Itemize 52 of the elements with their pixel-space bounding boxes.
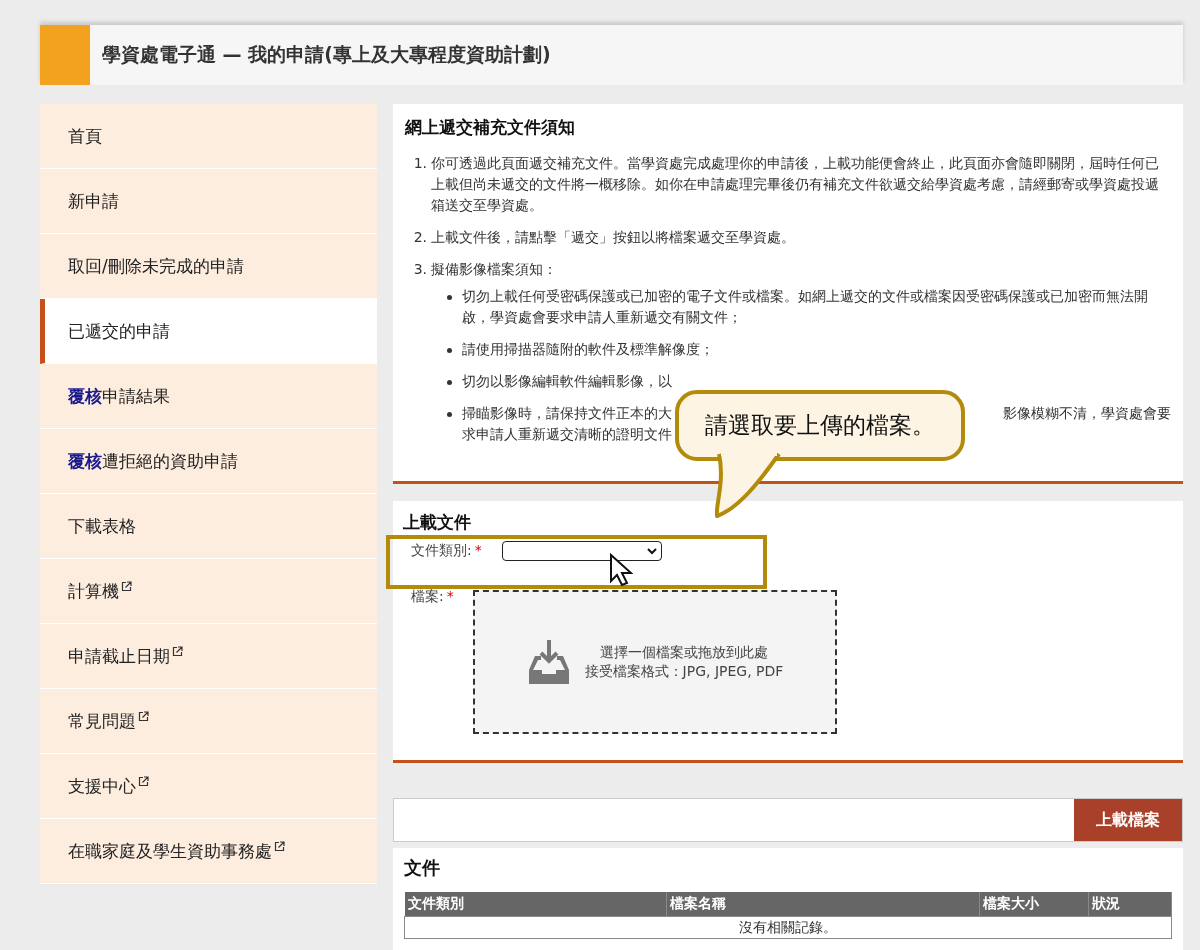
bullet-icon <box>447 412 452 417</box>
sidebar-item[interactable]: 覆核遭拒絕的資助申請 <box>40 429 377 494</box>
sidebar-item[interactable]: 下載表格 <box>40 494 377 559</box>
sidebar-item[interactable]: 首頁 <box>40 104 377 169</box>
chevron-down-icon <box>647 547 657 555</box>
notice-text: 你可透過此頁面遞交補充文件。當學資處完成處理你的申請後，上載功能便會終止，此頁面亦會隨即關閉，屆時任何已上載但尚未遞交的文件將一概移除。如你在申請處理完畢後仍有補充文件欲遞交給學資處考慮，請經郵寄或學資處投遞箱送交至學資處。 <box>431 154 1160 215</box>
empty-table-message: 沒有相關記錄。 <box>404 916 1172 939</box>
column-header: 檔案大小 <box>979 892 1088 917</box>
cursor-icon <box>609 553 633 587</box>
file-drop-zone[interactable]: 選擇一個檔案或拖放到此處 接受檔案格式：JPG, JPEG, PDF <box>473 590 837 734</box>
notice-text: 擬備影像檔案須知： <box>431 260 558 279</box>
drop-zone-text: 接受檔案格式：JPG, JPEG, PDF <box>584 662 784 681</box>
upload-file-button[interactable]: 上載檔案 <box>1074 799 1182 841</box>
notice-text: 影像模糊不清，學資處會要 <box>1003 404 1171 423</box>
file-field[interactable]: 上載檔案 <box>393 798 1183 842</box>
notice-text: 求申請人重新遞交清晰的證明文件 <box>462 426 672 442</box>
notice-text: 請使用掃描器隨附的軟件及標準解像度； <box>462 340 715 359</box>
notice-text: 上載文件後，請點擊「遞交」按鈕以將檔案遞交至學資處。 <box>431 228 796 247</box>
notice-text: 切勿以影像編輯軟件編輯影像，以 <box>462 372 673 391</box>
drop-zone-text: 選擇一個檔案或拖放到此處 <box>599 643 769 662</box>
bullet-icon <box>447 348 452 353</box>
sidebar-item[interactable]: 新申請 <box>40 169 377 234</box>
sidebar-item[interactable]: 取回/刪除未完成的申請 <box>40 234 377 299</box>
sidebar-item[interactable]: 支援中心 <box>40 754 377 819</box>
sidebar-item[interactable]: 已遞交的申請 <box>40 299 377 364</box>
notice-text: 切勿上載任何受密碼保護或已加密的電子文件或檔案。如網上遞交的文件或檔案因受密碼保護或已加密而無法開啟，學資處會要求申請人重新遞交有關文件； <box>462 287 1149 327</box>
column-header: 文件類別 <box>404 892 666 917</box>
notice-text: 掃瞄影像時，請保持文件正本的大 <box>462 404 672 423</box>
sidebar-item[interactable]: 覆核申請結果 <box>40 364 377 429</box>
sidebar-item[interactable]: 常見問題 <box>40 689 377 754</box>
bullet-icon <box>447 295 452 300</box>
column-header: 檔案名稱 <box>666 892 979 917</box>
list-number: 1. <box>412 154 428 173</box>
required-mark: * <box>474 542 482 558</box>
speech-bubble-tail <box>715 452 781 520</box>
download-tray-icon <box>526 638 571 686</box>
category-select[interactable] <box>502 541 662 561</box>
sidebar-item[interactable]: 在職家庭及學生資助事務處 <box>40 819 377 884</box>
list-number: 3. <box>412 260 428 279</box>
page-title: 學資處電子通 — 我的申請(專上及大專程度資助計劃) <box>102 42 551 67</box>
field-label: 文件類別: <box>411 542 472 558</box>
section-title: 文件 <box>404 856 441 880</box>
sidebar-item[interactable]: 申請截止日期 <box>40 624 377 689</box>
header-accent <box>40 25 90 85</box>
sidebar-item[interactable]: 計算機 <box>40 559 377 624</box>
section-title: 網上遞交補充文件須知 <box>405 116 576 139</box>
bullet-icon <box>447 380 452 385</box>
field-label: 檔案: <box>411 588 444 604</box>
column-header: 狀況 <box>1088 892 1172 917</box>
list-number: 2. <box>412 228 428 247</box>
required-mark: * <box>446 588 454 604</box>
section-title: 上載文件 <box>403 511 472 534</box>
